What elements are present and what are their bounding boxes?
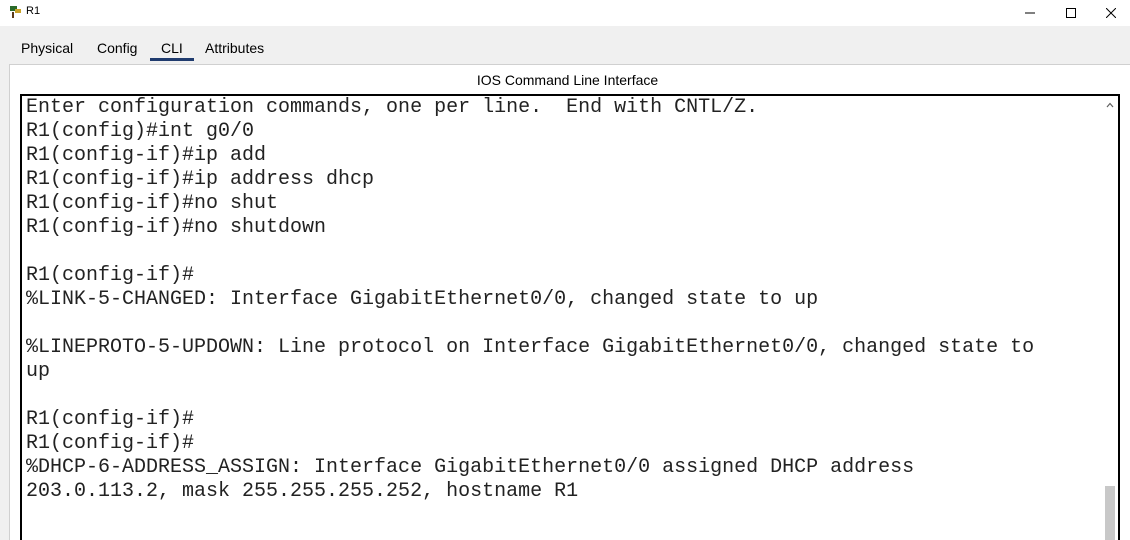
active-tab-indicator bbox=[150, 58, 194, 61]
close-icon bbox=[1106, 8, 1116, 18]
terminal-line: R1(config)#int g0/0 bbox=[26, 120, 255, 143]
terminal-line: Enter configuration commands, one per li… bbox=[26, 96, 759, 119]
chevron-up-icon bbox=[1106, 102, 1113, 107]
tab-config[interactable]: Config bbox=[97, 40, 137, 56]
window-title: R1 bbox=[26, 5, 41, 17]
minimize-button[interactable] bbox=[1010, 0, 1050, 26]
panel-title: IOS Command Line Interface bbox=[476, 72, 659, 88]
cli-panel: IOS Command Line Interface Enter configu… bbox=[9, 64, 1130, 540]
terminal-line: R1(config-if)#no shut bbox=[26, 192, 279, 215]
terminal-line: 203.0.113.2, mask 255.255.255.252, hostn… bbox=[26, 480, 579, 503]
terminal-line: R1(config-if)# bbox=[26, 432, 195, 455]
terminal-line: R1(config-if)# bbox=[26, 408, 195, 431]
tab-bar: Physical Config CLI Attributes bbox=[0, 26, 1130, 64]
title-bar: R1 bbox=[0, 0, 1130, 26]
scroll-up-button[interactable] bbox=[1101, 96, 1118, 113]
minimize-icon bbox=[1025, 12, 1035, 14]
scrollbar-thumb[interactable] bbox=[1105, 486, 1115, 540]
terminal-output: Enter configuration commands, one per li… bbox=[26, 96, 1034, 504]
terminal-line: %DHCP-6-ADDRESS_ASSIGN: Interface Gigabi… bbox=[26, 456, 915, 479]
tab-cli[interactable]: CLI bbox=[161, 40, 183, 56]
tab-physical[interactable]: Physical bbox=[21, 40, 73, 56]
device-window: R1 Physical Config CLI Attributes IOS Co… bbox=[0, 0, 1130, 540]
terminal-line: R1(config-if)# bbox=[26, 264, 195, 287]
tab-attributes[interactable]: Attributes bbox=[205, 40, 264, 56]
terminal-line: %LINK-5-CHANGED: Interface GigabitEthern… bbox=[26, 288, 819, 311]
terminal-line: R1(config-if)#ip address dhcp bbox=[26, 168, 375, 191]
terminal-line: %LINEPROTO-5-UPDOWN: Line protocol on In… bbox=[26, 336, 1035, 359]
terminal-line: up bbox=[26, 360, 51, 383]
router-icon bbox=[10, 6, 21, 18]
terminal-line: R1(config-if)#no shutdown bbox=[26, 216, 327, 239]
terminal-line: R1(config-if)#ip add bbox=[26, 144, 267, 167]
terminal-scrollbar[interactable] bbox=[1101, 96, 1118, 540]
maximize-icon bbox=[1066, 8, 1076, 18]
close-button[interactable] bbox=[1091, 0, 1130, 26]
cli-terminal[interactable]: Enter configuration commands, one per li… bbox=[20, 94, 1120, 540]
maximize-button[interactable] bbox=[1051, 0, 1091, 26]
